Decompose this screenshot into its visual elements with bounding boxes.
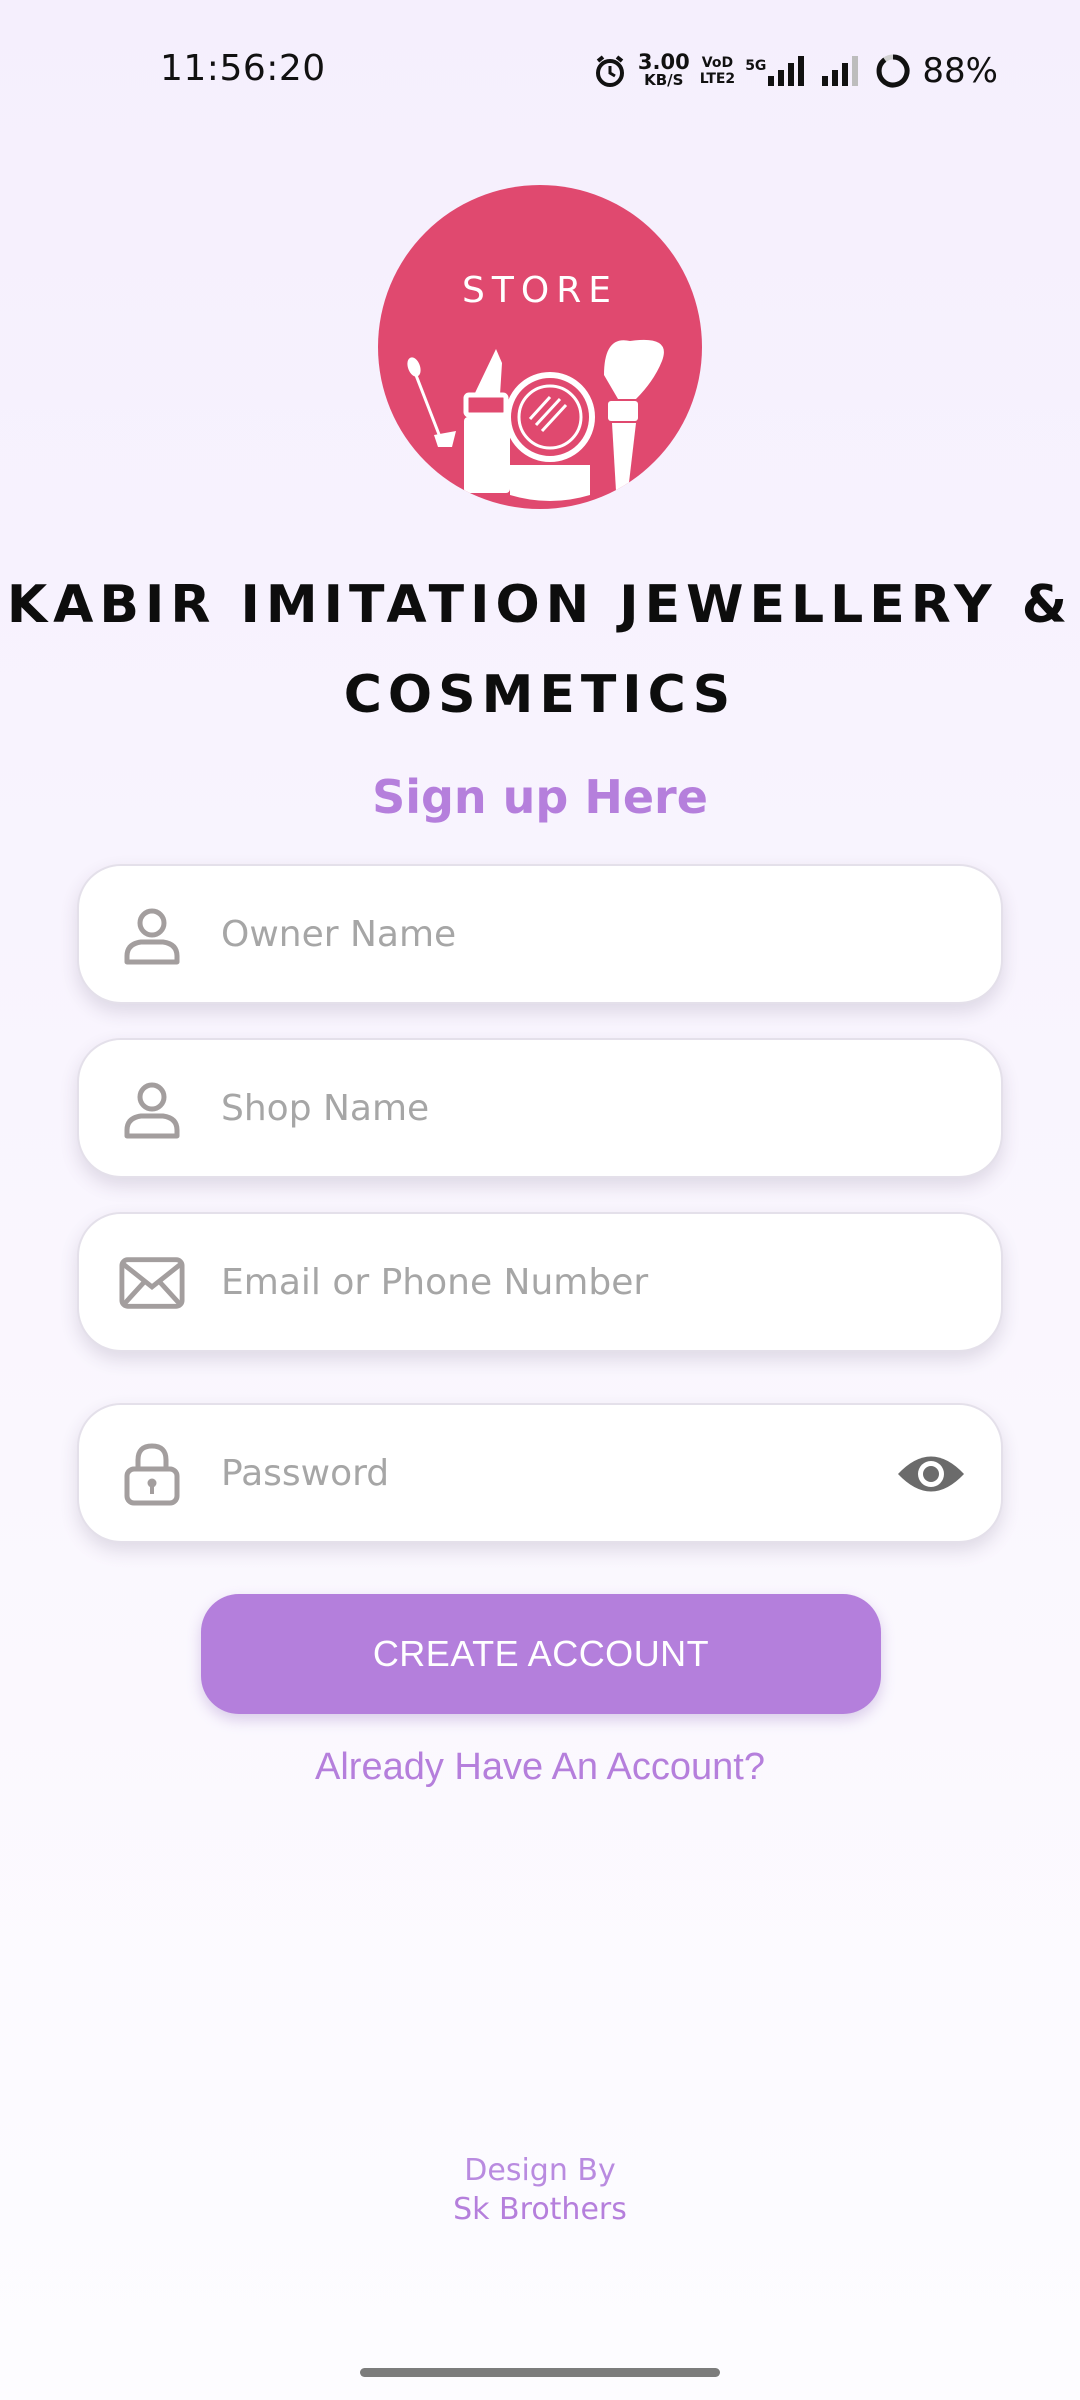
logo-text: STORE	[462, 270, 618, 311]
network-speed-unit: KB/S	[644, 71, 684, 89]
design-by-label: Design By	[464, 2153, 616, 2188]
already-have-account-link[interactable]: Already Have An Account?	[0, 1746, 1080, 1789]
status-icons: 3.00 KB/S VoD LTE2 5G 88%	[592, 46, 998, 96]
create-account-button[interactable]: CREATE ACCOUNT	[201, 1594, 881, 1714]
volte-top: VoD	[701, 55, 734, 71]
password-input[interactable]: Password	[221, 1405, 389, 1541]
brand-title: KABIR IMITATION JEWELLERY & COSMETICS	[0, 560, 1080, 740]
signup-heading: Sign up Here	[372, 770, 708, 824]
mail-icon	[119, 1250, 185, 1316]
network-type: 5G	[745, 58, 767, 74]
store-logo: STORE	[378, 185, 702, 509]
person-icon	[119, 1076, 185, 1142]
brand-title-line1: KABIR IMITATION JEWELLERY &	[6, 575, 1074, 635]
volte-indicator: VoD LTE2	[700, 55, 735, 87]
status-bar: 11:56:20 3.00 KB/S VoD LTE2 5G 88%	[0, 0, 1080, 140]
battery-icon	[874, 52, 912, 90]
email-phone-input[interactable]: Email or Phone Number	[221, 1214, 648, 1350]
owner-name-field[interactable]: Owner Name	[77, 864, 1003, 1004]
network-speed: 3.00 KB/S	[637, 50, 690, 90]
password-field[interactable]: Password	[77, 1403, 1003, 1543]
person-icon	[119, 902, 185, 968]
signal-icon	[820, 54, 864, 88]
shop-name-input[interactable]: Shop Name	[221, 1040, 429, 1176]
home-indicator[interactable]	[360, 2368, 720, 2377]
volte-bottom: LTE2	[699, 71, 736, 87]
alarm-icon	[592, 53, 628, 89]
status-time: 11:56:20	[160, 48, 326, 89]
lock-icon	[119, 1441, 185, 1507]
signal-5g-icon: 5G	[745, 54, 810, 88]
owner-name-input[interactable]: Owner Name	[221, 866, 456, 1002]
brand-title-line2: COSMETICS	[343, 665, 737, 725]
network-speed-value: 3.00	[637, 50, 690, 74]
battery-percent: 88%	[922, 51, 998, 91]
designer-name: Sk Brothers	[453, 2192, 627, 2227]
shop-name-field[interactable]: Shop Name	[77, 1038, 1003, 1178]
email-phone-field[interactable]: Email or Phone Number	[77, 1212, 1003, 1352]
eye-icon[interactable]	[895, 1441, 967, 1507]
